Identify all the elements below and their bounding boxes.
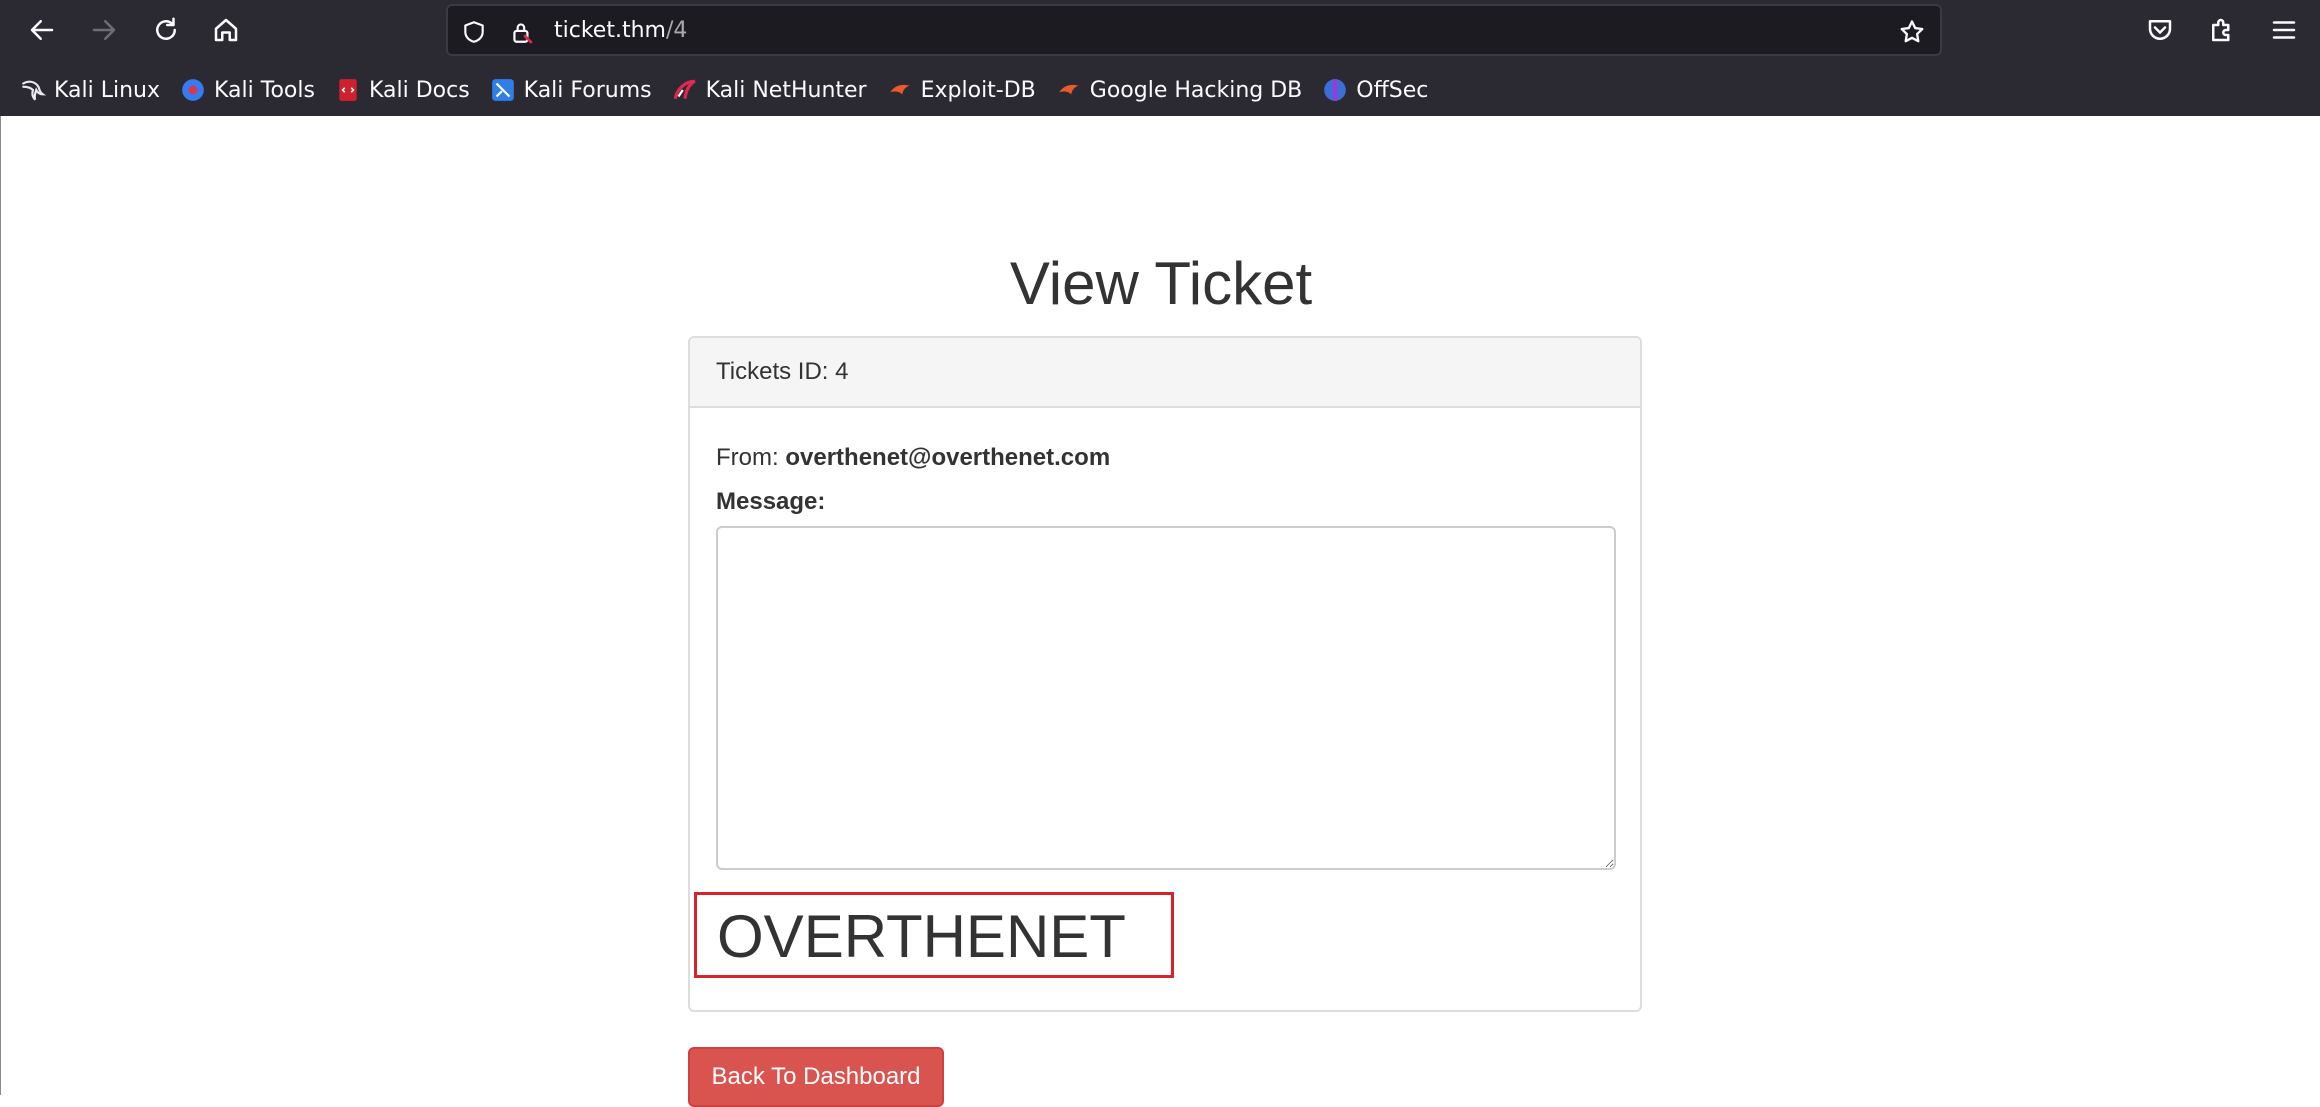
kali-tools-icon bbox=[180, 77, 206, 103]
navigation-toolbar: ticket.thm/4 bbox=[0, 0, 2320, 60]
forward-button[interactable] bbox=[84, 12, 124, 48]
arrow-left-icon bbox=[30, 20, 54, 40]
bookmark-kali-linux[interactable]: Kali Linux bbox=[20, 77, 160, 103]
from-email: overthenet@overthenet.com bbox=[785, 444, 1111, 471]
bookmark-label: Exploit-DB bbox=[920, 77, 1036, 103]
home-button[interactable] bbox=[206, 12, 246, 48]
page-title: View Ticket bbox=[1009, 250, 1313, 317]
url-host: ticket.thm bbox=[554, 18, 666, 43]
bookmark-kali-tools[interactable]: Kali Tools bbox=[180, 77, 315, 103]
from-label: From: bbox=[716, 444, 779, 471]
url-text[interactable]: ticket.thm/4 bbox=[554, 17, 687, 45]
bookmark-google-hacking-db[interactable]: Google Hacking DB bbox=[1056, 77, 1302, 103]
bookmark-offsec[interactable]: OffSec bbox=[1322, 77, 1428, 103]
menu-button[interactable] bbox=[2264, 12, 2304, 48]
bookmarks-toolbar: Kali Linux Kali Tools Kali Docs Kali For… bbox=[0, 68, 2320, 112]
bookmark-label: Kali Tools bbox=[214, 77, 315, 103]
puzzle-icon bbox=[2212, 18, 2230, 42]
bookmark-kali-docs[interactable]: Kali Docs bbox=[335, 77, 470, 103]
pocket-icon bbox=[2148, 20, 2172, 40]
kali-docs-icon bbox=[335, 77, 361, 103]
injected-overthenet-text: OVERTHENET bbox=[694, 892, 1174, 978]
hamburger-menu-icon bbox=[2272, 21, 2296, 39]
bookmark-label: Kali Linux bbox=[54, 77, 161, 103]
bookmark-label: Kali Forums bbox=[523, 77, 652, 103]
arrow-right-icon bbox=[92, 20, 116, 40]
back-button[interactable] bbox=[22, 12, 62, 48]
kali-nethunter-icon bbox=[672, 77, 698, 103]
back-to-dashboard-button[interactable]: Back To Dashboard bbox=[688, 1047, 944, 1107]
from-line: From: overthenet@overthenet.com bbox=[716, 444, 1110, 472]
bookmark-label: OffSec bbox=[1356, 77, 1429, 103]
message-textarea[interactable] bbox=[716, 526, 1616, 870]
pocket-button[interactable] bbox=[2140, 12, 2180, 48]
bookmark-label: Kali Docs bbox=[368, 77, 470, 103]
shield-icon[interactable] bbox=[460, 18, 488, 46]
bookmark-kali-nethunter[interactable]: Kali NetHunter bbox=[672, 77, 867, 103]
ticket-panel: Tickets ID: 4 From: overthenet@overthene… bbox=[688, 336, 1642, 1012]
ticket-id-heading: Tickets ID: 4 bbox=[690, 338, 1640, 408]
browser-chrome: ticket.thm/4 Kali Linux Kali Tools Kali … bbox=[0, 0, 2320, 116]
page-content: View Ticket Tickets ID: 4 From: overthen… bbox=[0, 116, 2320, 1107]
address-bar[interactable]: ticket.thm/4 bbox=[446, 4, 1942, 56]
reload-button[interactable] bbox=[146, 12, 186, 48]
bookmark-label: Kali NetHunter bbox=[705, 77, 867, 103]
home-icon bbox=[214, 18, 238, 42]
ghdb-icon bbox=[1056, 77, 1082, 103]
exploit-db-icon bbox=[887, 77, 913, 103]
insecure-lock-icon[interactable] bbox=[508, 18, 536, 46]
kali-forums-icon bbox=[490, 77, 516, 103]
bookmark-star-icon[interactable] bbox=[1898, 18, 1926, 46]
bookmark-label: Google Hacking DB bbox=[1089, 77, 1303, 103]
kali-dragon-icon bbox=[20, 77, 46, 103]
message-label: Message: bbox=[716, 488, 826, 515]
extensions-button[interactable] bbox=[2202, 12, 2242, 48]
reload-icon bbox=[156, 17, 176, 40]
offsec-icon bbox=[1322, 77, 1348, 103]
bookmark-kali-forums[interactable]: Kali Forums bbox=[490, 77, 652, 103]
bookmark-exploit-db[interactable]: Exploit-DB bbox=[887, 77, 1036, 103]
url-path: /4 bbox=[665, 18, 688, 43]
